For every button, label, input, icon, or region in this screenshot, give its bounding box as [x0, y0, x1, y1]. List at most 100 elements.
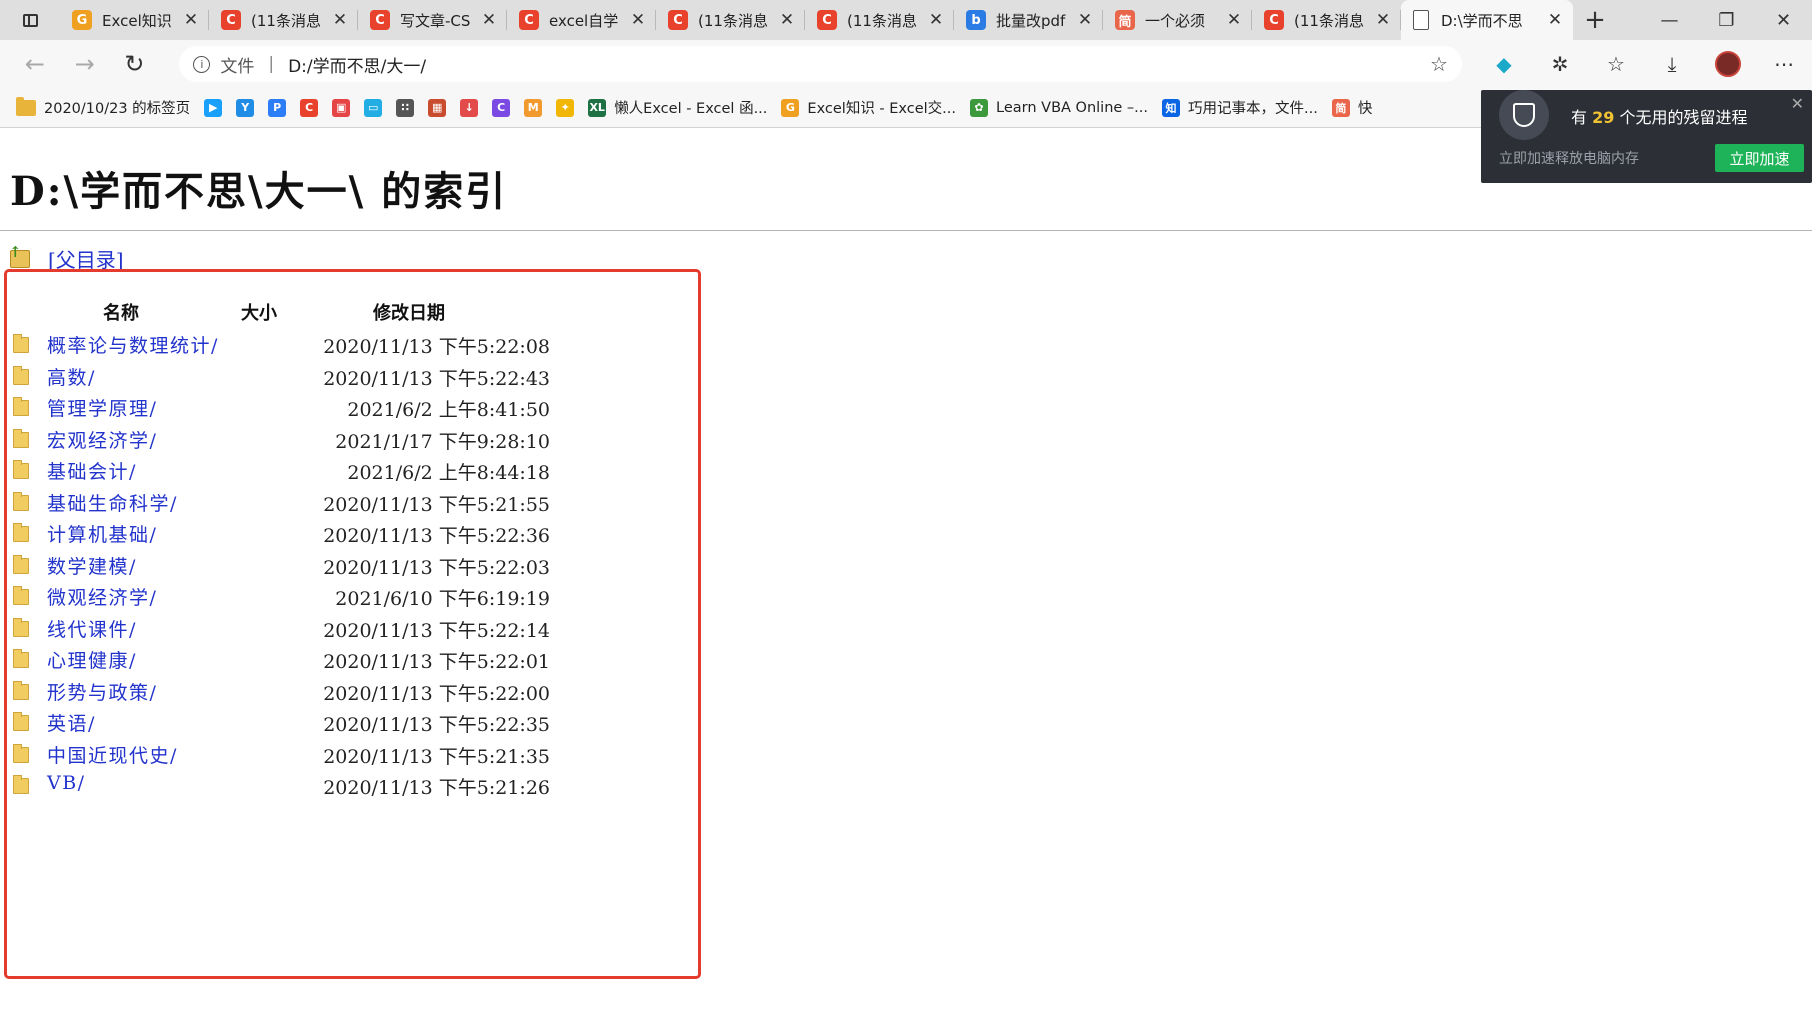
add-favorite-icon[interactable]: ☆	[1430, 52, 1448, 76]
bookmark-item[interactable]: XL 懒人Excel - Excel 函...	[588, 97, 767, 118]
folder-icon	[13, 460, 29, 479]
folder-link[interactable]: 基础生命科学/	[47, 489, 178, 516]
extensions-puzzle-icon[interactable]: ✲	[1532, 52, 1588, 76]
folder-link[interactable]: 微观经济学/	[47, 583, 157, 610]
folder-link[interactable]: 形势与政策/	[47, 678, 157, 705]
column-name[interactable]: 名称	[103, 299, 139, 325]
url-text[interactable]: D:/学而不思/大一/	[288, 52, 1430, 77]
folder-link[interactable]: 线代课件/	[47, 615, 137, 642]
extension-icon[interactable]: ◆	[1476, 52, 1532, 76]
modified-date: 2020/11/13 下午5:21:55	[323, 493, 550, 516]
folder-link[interactable]: 数学建模/	[47, 552, 137, 579]
tab-close-icon[interactable]: ✕	[928, 10, 944, 30]
page-title: D:\学而不思\大一\ 的索引	[10, 168, 508, 215]
new-tab-button[interactable]: +	[1573, 0, 1617, 40]
modified-date: 2020/11/13 下午5:22:01	[323, 651, 550, 673]
bookmark-item[interactable]: ▦	[428, 98, 447, 117]
tab-close-icon[interactable]: ✕	[1077, 10, 1093, 30]
tab-6[interactable]: C (11条消息 ✕	[805, 0, 954, 40]
tab-close-icon[interactable]: ✕	[332, 10, 348, 30]
folder-link[interactable]: 管理学原理/	[47, 394, 157, 421]
bookmark-item[interactable]: ▶	[204, 98, 223, 117]
folder-link[interactable]: 宏观经济学/	[47, 426, 157, 453]
tab-7[interactable]: b 批量改pdf ✕	[954, 0, 1103, 40]
folder-link[interactable]: 概率论与数理统计/	[47, 331, 219, 358]
bookmark-item[interactable]: M	[524, 98, 543, 117]
popup-message: 有 29 个无用的残留进程	[1571, 104, 1747, 128]
profile-button[interactable]	[1700, 51, 1756, 77]
tab-9[interactable]: C (11条消息 ✕	[1252, 0, 1401, 40]
bookmark-item[interactable]: ✦	[556, 98, 575, 117]
bookmark-label: 2020/10/23 的标签页	[44, 101, 191, 117]
restore-button[interactable]: ❐	[1698, 0, 1755, 40]
bookmark-item[interactable]: Y	[236, 98, 255, 117]
parent-directory-link[interactable]: [父目录]	[9, 243, 124, 273]
bookmark-item[interactable]: C	[300, 98, 319, 117]
bookmark-item[interactable]: ✿ Learn VBA Online –...	[970, 98, 1148, 117]
jianshu-icon: 简	[1331, 98, 1350, 117]
folder-link[interactable]: 计算机基础/	[47, 520, 157, 547]
column-modified[interactable]: 修改日期	[373, 299, 445, 325]
folder-link[interactable]: 心理健康/	[47, 646, 137, 673]
tab-close-icon[interactable]: ✕	[1375, 10, 1391, 30]
tab-close-icon[interactable]: ✕	[779, 10, 795, 30]
bookmark-item[interactable]: 知巧用记事本，文件...	[1162, 97, 1318, 118]
tab-active[interactable]: D:\学而不思 ✕	[1401, 0, 1573, 40]
popup-prefix: 有	[1571, 108, 1593, 127]
tab-strip: G Excel知识 ✕ C (11条消息 ✕ C 写文章-CS ✕ Cexcel自学 ✕ C (11条消…	[0, 0, 1812, 40]
bookmark-item[interactable]: ∷	[396, 98, 415, 117]
bookmark-item[interactable]: C	[492, 98, 511, 117]
popup-close-icon[interactable]: ✕	[1791, 94, 1804, 113]
parent-directory-label[interactable]: [父目录]	[48, 244, 124, 273]
bookmark-item[interactable]: 简快	[1331, 97, 1372, 118]
bookmark-item[interactable]: ↓	[460, 98, 479, 117]
tab-2[interactable]: C (11条消息 ✕	[209, 0, 358, 40]
table-row: 基础生命科学/2020/11/13 下午5:21:55	[10, 489, 550, 521]
downloads-icon[interactable]: ⤓	[1644, 52, 1700, 76]
toolbar-icons: ◆ ✲ ☆ ⤓ ⋯	[1476, 51, 1812, 77]
tab-8[interactable]: 简一个必须 ✕	[1103, 0, 1252, 40]
bookmark-item[interactable]: ▣	[332, 98, 351, 117]
close-window-button[interactable]: ✕	[1755, 0, 1812, 40]
table-row: VB/2020/11/13 下午5:21:26	[10, 772, 550, 804]
tab-close-icon[interactable]: ✕	[481, 10, 497, 30]
table-row: 计算机基础/2020/11/13 下午5:22:36	[10, 520, 550, 552]
bing-icon: b	[966, 10, 986, 30]
back-button[interactable]: ←	[10, 40, 60, 88]
tab-4[interactable]: Cexcel自学 ✕	[507, 0, 656, 40]
refresh-button[interactable]: ↻	[110, 40, 160, 88]
tab-actions-button[interactable]	[0, 0, 60, 40]
minimize-button[interactable]: —	[1641, 0, 1698, 40]
bookmark-item[interactable]: P	[268, 98, 287, 117]
tab-5[interactable]: C (11条消息 ✕	[656, 0, 805, 40]
folder-link[interactable]: 中国近现代史/	[47, 741, 178, 768]
folder-link[interactable]: 英语/	[47, 709, 96, 736]
folder-link[interactable]: 基础会计/	[47, 457, 137, 484]
more-menu-icon[interactable]: ⋯	[1756, 52, 1812, 76]
speed-up-button[interactable]: 立即加速	[1715, 144, 1804, 172]
forward-button[interactable]: →	[60, 40, 110, 88]
tab-1[interactable]: G Excel知识 ✕	[60, 0, 209, 40]
tab-close-icon[interactable]: ✕	[183, 10, 199, 30]
modified-date: 2020/11/13 下午5:22:00	[323, 682, 550, 705]
up-folder-icon	[9, 243, 30, 268]
tab-close-icon[interactable]: ✕	[1547, 10, 1563, 30]
bookmark-item[interactable]: 2020/10/23 的标签页	[16, 96, 191, 118]
url-separator: |	[268, 54, 275, 74]
csdn-icon: C	[1264, 10, 1284, 30]
tab-title: (11条消息	[847, 11, 917, 30]
bookmark-item[interactable]: G Excel知识 - Excel交...	[781, 97, 956, 118]
tab-3[interactable]: C 写文章-CS ✕	[358, 0, 507, 40]
csdn-icon: C	[519, 10, 539, 30]
folder-icon	[16, 96, 36, 116]
folder-link[interactable]: VB/	[47, 772, 86, 794]
tab-close-icon[interactable]: ✕	[630, 10, 646, 30]
table-row: 宏观经济学/2021/1/17 下午9:28:10	[10, 426, 550, 458]
bookmark-item[interactable]: ▭	[364, 98, 383, 117]
favorites-icon[interactable]: ☆	[1588, 52, 1644, 76]
folder-link[interactable]: 高数/	[47, 363, 96, 390]
address-bar[interactable]: i 文件 | D:/学而不思/大一/ ☆	[179, 46, 1462, 82]
column-size[interactable]: 大小	[241, 299, 277, 325]
info-icon[interactable]: i	[193, 55, 211, 73]
tab-close-icon[interactable]: ✕	[1226, 10, 1242, 30]
